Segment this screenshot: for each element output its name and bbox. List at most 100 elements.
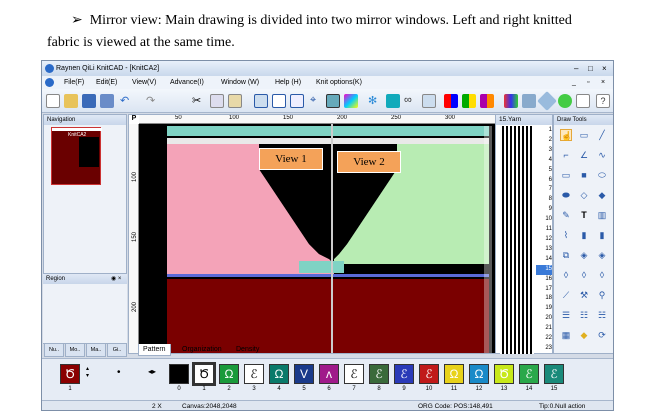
align-center-icon[interactable]: ☷: [578, 309, 590, 321]
row-number[interactable]: 11: [536, 225, 552, 235]
fill-bars-icon[interactable]: ▮: [596, 229, 608, 241]
menu-view[interactable]: View(V): [132, 76, 156, 89]
yarn-spinner-icon[interactable]: ▴ ▾: [86, 365, 89, 379]
align-left-icon[interactable]: ☰: [560, 309, 572, 321]
menu-file[interactable]: File(F): [64, 76, 84, 89]
tab-organization[interactable]: Organization: [178, 344, 226, 356]
eye-icon[interactable]: ◉ ×: [111, 274, 121, 284]
row-number[interactable]: 6: [536, 176, 552, 186]
yarn-swatch-2[interactable]: Ω: [219, 364, 239, 384]
columns-icon[interactable]: ▥: [596, 209, 608, 221]
yarn-swatch-15[interactable]: ℰ: [544, 364, 564, 384]
row-number[interactable]: 19: [536, 304, 552, 314]
row-number[interactable]: 1: [536, 126, 552, 136]
row-number[interactable]: 9: [536, 205, 552, 215]
row-number[interactable]: 13: [536, 245, 552, 255]
yarn-swatch-6[interactable]: ᴧ: [319, 364, 339, 384]
dropper-icon[interactable]: ⚲: [596, 289, 608, 301]
new-file-icon[interactable]: [46, 94, 60, 108]
color-block-1-icon[interactable]: [444, 94, 458, 108]
yarn-swatch-10[interactable]: ℰ: [419, 364, 439, 384]
view-mirror-icon[interactable]: [326, 94, 340, 108]
mdi-minimize-icon[interactable]: _: [572, 76, 576, 89]
fill-icon[interactable]: [386, 94, 400, 108]
maximize-icon[interactable]: □: [588, 61, 593, 76]
highlight-icon[interactable]: ◆: [578, 329, 590, 341]
yarn-swatch-8[interactable]: ℰ: [369, 364, 389, 384]
yarn-swatch-5[interactable]: V: [294, 364, 314, 384]
wrench-icon[interactable]: ⚒: [578, 289, 590, 301]
select-block-icon[interactable]: ▦: [560, 329, 572, 341]
color-block-2-icon[interactable]: [462, 94, 476, 108]
row-number[interactable]: 18: [536, 294, 552, 304]
yarn-swatch-14[interactable]: ℰ: [519, 364, 539, 384]
close-icon[interactable]: ×: [602, 61, 607, 76]
text-icon[interactable]: T: [578, 209, 590, 221]
pointer-hand-icon[interactable]: ☝: [560, 129, 572, 141]
row-number[interactable]: 5: [536, 166, 552, 176]
mdi-restore-icon[interactable]: ▫: [587, 76, 589, 89]
save-icon[interactable]: [82, 94, 96, 108]
yarn-swatch-7[interactable]: ℰ: [344, 364, 364, 384]
tab-pattern[interactable]: Pattern: [138, 344, 171, 356]
move-icon[interactable]: ◊: [596, 269, 608, 281]
minimize-icon[interactable]: –: [574, 61, 578, 76]
book-icon[interactable]: [522, 94, 536, 108]
help-icon[interactable]: ?: [596, 94, 610, 108]
ellipse-icon[interactable]: ⬭: [596, 169, 608, 181]
yarn-icon[interactable]: [504, 94, 518, 108]
pencil-icon[interactable]: ✎: [560, 209, 572, 221]
zoom-icon[interactable]: [272, 94, 286, 108]
row-number[interactable]: 2: [536, 136, 552, 146]
row-number[interactable]: 10: [536, 215, 552, 225]
menu-app-icon[interactable]: [45, 78, 54, 87]
eraser-icon[interactable]: ◊: [560, 269, 572, 281]
bars-icon[interactable]: ▮: [578, 229, 590, 241]
current-yarn-icon[interactable]: Ծ: [60, 364, 80, 384]
row-number[interactable]: 16: [536, 275, 552, 285]
filled-ellipse-icon[interactable]: ⬬: [560, 189, 572, 201]
yarn-swatch-4[interactable]: Ω: [269, 364, 289, 384]
main-drawing[interactable]: View 1 View 2: [139, 124, 495, 353]
cut-icon[interactable]: ✂: [192, 94, 206, 108]
undo-icon[interactable]: ↶: [120, 94, 134, 108]
knife-icon[interactable]: ⟋: [560, 289, 572, 301]
rect-icon[interactable]: ▭: [560, 169, 572, 181]
row-number[interactable]: 17: [536, 285, 552, 295]
color-palette-icon[interactable]: [344, 94, 358, 108]
tab-gi[interactable]: Gi..: [107, 343, 127, 357]
mirror-tool-icon[interactable]: ◈: [596, 249, 608, 261]
yarn-swatch-1[interactable]: Ծ: [192, 362, 216, 386]
globe-icon[interactable]: [558, 94, 572, 108]
menu-help[interactable]: Help (H): [275, 76, 301, 89]
menu-edit[interactable]: Edit(E): [96, 76, 117, 89]
row-number[interactable]: 7: [536, 185, 552, 195]
paste-icon[interactable]: [228, 94, 242, 108]
tab-ma[interactable]: Ma..: [86, 343, 106, 357]
navigation-thumbnail[interactable]: KnitCA2: [51, 127, 102, 185]
yarn-swatch-9[interactable]: ℰ: [394, 364, 414, 384]
yarn-swatch-3[interactable]: ℰ: [244, 364, 264, 384]
row-number[interactable]: 20: [536, 314, 552, 324]
tag-icon[interactable]: [537, 91, 557, 111]
tab-density[interactable]: Density: [232, 344, 263, 356]
diamond-icon[interactable]: ◇: [578, 189, 590, 201]
row-number[interactable]: 14: [536, 255, 552, 265]
copy-tool-icon[interactable]: ⧉: [560, 249, 572, 261]
menu-advance[interactable]: Advance(I): [170, 76, 204, 89]
redo-icon[interactable]: ↷: [146, 94, 160, 108]
settings-icon[interactable]: [576, 94, 590, 108]
grid-icon[interactable]: [254, 94, 268, 108]
crosshair-icon[interactable]: ⌖: [310, 94, 324, 108]
rectangle-select-icon[interactable]: ▭: [578, 129, 590, 141]
align-right-icon[interactable]: ☵: [596, 309, 608, 321]
menu-window[interactable]: Window (W): [221, 76, 259, 89]
curve-icon[interactable]: ∿: [596, 149, 608, 161]
row-number[interactable]: 22: [536, 334, 552, 344]
open-folder-icon[interactable]: [64, 94, 78, 108]
row-number[interactable]: 8: [536, 195, 552, 205]
polyline-icon[interactable]: ⌐: [560, 149, 572, 161]
copy-icon[interactable]: [210, 94, 224, 108]
row-number[interactable]: 3: [536, 146, 552, 156]
row-number[interactable]: 21: [536, 324, 552, 334]
